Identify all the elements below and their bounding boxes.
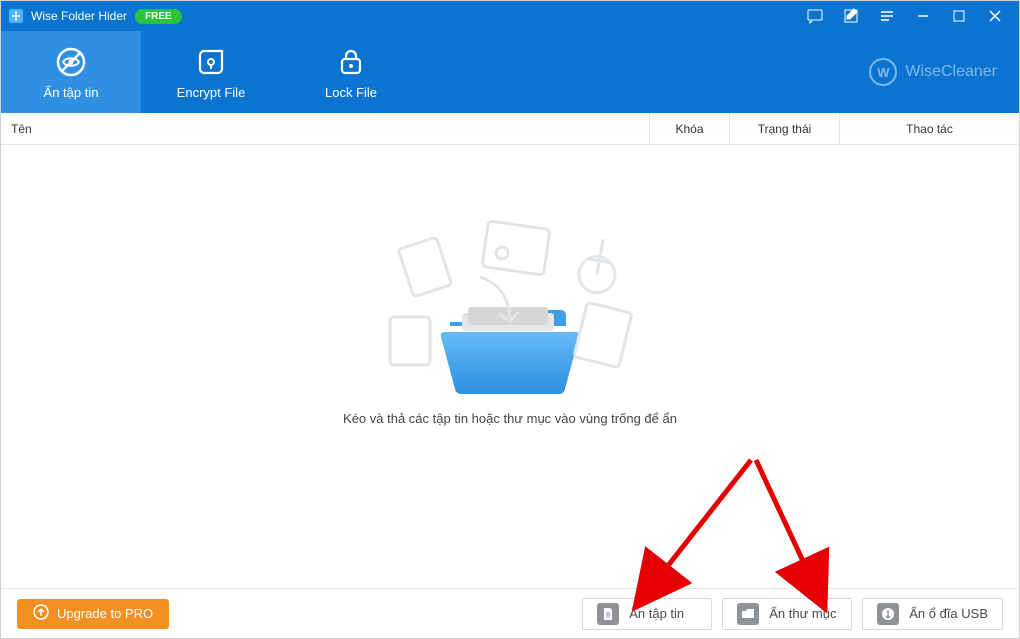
menu-icon[interactable] <box>869 1 905 31</box>
toolbar: Ẩn tập tin Encrypt File Lock File W Wise… <box>1 31 1019 113</box>
free-badge: FREE <box>135 9 182 24</box>
tab-label: Ẩn tập tin <box>44 85 99 100</box>
maximize-button[interactable] <box>941 1 977 31</box>
dropzone-hint: Kéo và thả các tập tin hoặc thư mục vào … <box>343 411 677 426</box>
upgrade-button[interactable]: Upgrade to PRO <box>17 599 169 629</box>
usb-icon <box>877 603 899 625</box>
hide-file-button[interactable]: Ẩn tập tin <box>582 598 712 630</box>
col-status[interactable]: Trạng thái <box>729 113 839 144</box>
feedback-icon[interactable] <box>797 1 833 31</box>
col-action[interactable]: Thao tác <box>839 113 1019 144</box>
close-button[interactable] <box>977 1 1013 31</box>
file-icon <box>597 603 619 625</box>
titlebar: Wise Folder Hider FREE <box>1 1 1019 31</box>
bottom-bar: Upgrade to PRO Ẩn tập tin Ẩn thư mục Ẩn … <box>1 588 1019 638</box>
button-label: Ẩn ổ đĩa USB <box>909 606 988 621</box>
upgrade-icon <box>33 604 49 623</box>
minimize-button[interactable] <box>905 1 941 31</box>
tab-hide-file[interactable]: Ẩn tập tin <box>1 31 141 113</box>
hide-icon <box>54 45 88 79</box>
dropzone-content: Kéo và thả các tập tin hoặc thư mục vào … <box>343 287 677 426</box>
col-lock[interactable]: Khóa <box>649 113 729 144</box>
tab-lock-file[interactable]: Lock File <box>281 31 421 113</box>
dropzone[interactable]: Kéo và thả các tập tin hoặc thư mục vào … <box>1 145 1019 588</box>
tab-label: Lock File <box>325 85 377 100</box>
encrypt-icon <box>194 45 228 79</box>
brand[interactable]: W WiseCleaner <box>869 31 997 113</box>
tab-encrypt-file[interactable]: Encrypt File <box>141 31 281 113</box>
col-name[interactable]: Tên <box>1 122 649 136</box>
app-title: Wise Folder Hider <box>31 9 127 23</box>
hide-folder-button[interactable]: Ẩn thư mục <box>722 598 852 630</box>
upgrade-label: Upgrade to PRO <box>57 606 153 621</box>
hide-usb-button[interactable]: Ẩn ổ đĩa USB <box>862 598 1003 630</box>
folder-illustration-icon <box>440 287 580 397</box>
notes-icon[interactable] <box>833 1 869 31</box>
column-headers: Tên Khóa Trạng thái Thao tác <box>1 113 1019 145</box>
folder-icon <box>737 603 759 625</box>
app-icon <box>7 7 25 25</box>
brand-logo-icon: W <box>869 58 897 86</box>
brand-label: WiseCleaner <box>905 63 997 81</box>
app-window: Wise Folder Hider FREE Ẩn tập tin <box>0 0 1020 639</box>
button-label: Ẩn tập tin <box>629 606 684 621</box>
button-label: Ẩn thư mục <box>769 606 836 621</box>
lock-icon <box>334 45 368 79</box>
tab-label: Encrypt File <box>177 85 246 100</box>
